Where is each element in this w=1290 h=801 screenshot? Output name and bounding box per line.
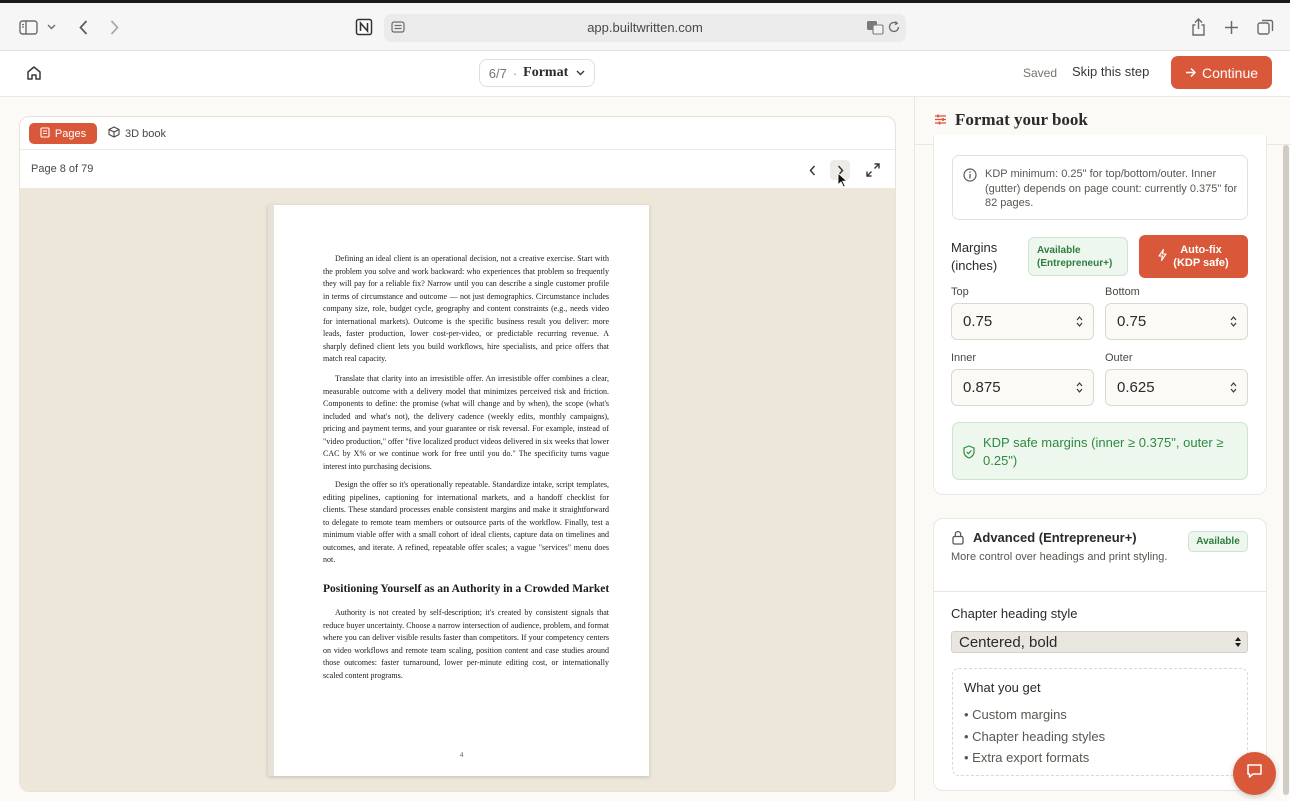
shield-check-icon (963, 445, 975, 464)
saved-status: Saved (1023, 66, 1058, 80)
kdp-safe-notice: KDP safe margins (inner ≥ 0.375", outer … (952, 422, 1248, 480)
book-section-heading: Positioning Yourself as an Authority in … (323, 583, 610, 595)
chat-button[interactable] (1233, 752, 1276, 795)
bottom-margin-label: Bottom (1105, 286, 1140, 298)
new-tab-icon[interactable] (1221, 15, 1241, 39)
step-selector[interactable]: 6/7 · Format (479, 59, 595, 87)
pages-icon (40, 126, 50, 141)
top-margin-label: Top (951, 286, 969, 298)
stepper-icon[interactable] (1076, 381, 1083, 399)
book-page: Defining an ideal client is an operation… (268, 205, 649, 776)
chevron-down-icon (576, 70, 585, 76)
chapter-heading-select[interactable]: Centered, bold (951, 631, 1248, 653)
inner-margin-label: Inner (951, 352, 977, 364)
available-badge: Available (Entrepreneur+) (1028, 237, 1128, 276)
home-icon[interactable] (24, 63, 44, 83)
bolt-icon (1158, 248, 1167, 265)
outer-margin-label: Outer (1105, 352, 1133, 364)
bottom-margin-input[interactable] (1117, 313, 1217, 330)
stepper-icon[interactable] (1230, 315, 1237, 333)
chevron-down-icon[interactable] (45, 15, 57, 39)
book-paragraph: Design the offer so it's operationally r… (323, 480, 609, 564)
section-divider (934, 591, 1266, 592)
translate-icon[interactable] (866, 20, 884, 40)
browser-toolbar: app.builtwritten.com (0, 0, 1290, 51)
chapter-heading-value: Centered, bold (959, 634, 1058, 651)
stepper-icon[interactable] (1230, 381, 1237, 399)
tab-3d-book-label: 3D book (125, 127, 166, 140)
outer-margin-field[interactable] (1105, 369, 1248, 406)
kdp-safe-text: KDP safe margins (inner ≥ 0.375", outer … (983, 435, 1224, 468)
info-icon (963, 168, 977, 187)
tab-pages[interactable]: Pages (29, 123, 97, 144)
panel-scrollbar[interactable] (1283, 145, 1289, 795)
list-item: • Custom margins (964, 707, 1067, 722)
chapter-heading-label: Chapter heading style (951, 606, 1078, 621)
panel-title: Format your book (955, 110, 1088, 129)
outer-margin-input[interactable] (1117, 379, 1217, 396)
select-arrows-icon (1234, 635, 1242, 654)
page-indicator: Page 8 of 79 (31, 163, 94, 175)
back-icon[interactable] (74, 15, 92, 39)
inner-margin-field[interactable] (951, 369, 1094, 406)
prev-page-button[interactable] (802, 160, 822, 180)
continue-button[interactable]: Continue (1171, 56, 1272, 89)
book-paragraph: Authority is not created by self-descrip… (323, 608, 609, 680)
step-count: 6/7 (488, 65, 507, 81)
view-tabs: Pages 3D book (20, 117, 895, 150)
tabs-overview-icon[interactable] (1255, 15, 1275, 39)
forward-icon[interactable] (105, 15, 123, 39)
tab-pages-label: Pages (54, 127, 87, 140)
reload-icon[interactable] (887, 20, 901, 39)
advanced-available-badge: Available (1188, 531, 1248, 552)
page-viewer: Defining an ideal client is an operation… (20, 189, 895, 791)
sliders-icon (934, 113, 947, 131)
stepper-icon[interactable] (1076, 315, 1083, 333)
cube-icon (108, 126, 120, 141)
book-paragraph: Translate that clarity into an irresisti… (323, 374, 609, 471)
arrow-right-icon (1185, 65, 1197, 81)
auto-fix-button[interactable]: Auto-fix (KDP safe) (1139, 235, 1248, 278)
page-folio: 4 (459, 751, 464, 759)
share-icon[interactable] (1188, 15, 1208, 39)
book-paragraph: Defining an ideal client is an operation… (323, 254, 609, 363)
step-name: Format (523, 65, 569, 80)
step-separator: · (512, 65, 518, 81)
fullscreen-icon[interactable] (863, 160, 883, 180)
advanced-title: Advanced (Entrepreneur+) (973, 530, 1137, 545)
top-margin-input[interactable] (963, 313, 1063, 330)
advanced-description: More control over headings and print sty… (951, 551, 1168, 563)
chat-bubble-icon (1246, 763, 1263, 784)
what-you-get-title: What you get (964, 680, 1041, 695)
list-item: • Extra export formats (964, 750, 1090, 765)
app-header: 6/7 · Format Saved Skip this step Contin… (0, 51, 1290, 97)
auto-fix-label: Auto-fix (KDP safe) (1173, 243, 1229, 269)
kdp-note-text: KDP minimum: 0.25" for top/bottom/outer.… (985, 168, 1238, 209)
top-margin-field[interactable] (951, 303, 1094, 340)
mouse-cursor-icon (837, 171, 849, 193)
continue-label: Continue (1201, 64, 1259, 81)
kdp-note: KDP minimum: 0.25" for top/bottom/outer.… (952, 155, 1248, 220)
lock-icon (951, 530, 965, 550)
what-you-get-box: What you get • Custom margins • Chapter … (952, 668, 1248, 776)
skip-step-button[interactable]: Skip this step (1072, 64, 1149, 79)
inner-margin-input[interactable] (963, 379, 1063, 396)
notion-icon[interactable] (354, 15, 374, 39)
what-you-get-list: • Custom margins • Chapter heading style… (964, 704, 1105, 769)
bottom-margin-field[interactable] (1105, 303, 1248, 340)
preview-card: Pages 3D book Page 8 of 79 Defining an i… (19, 116, 896, 792)
page-bar: Page 8 of 79 (20, 150, 895, 189)
tab-3d-book[interactable]: 3D book (108, 123, 166, 144)
address-bar[interactable]: app.builtwritten.com (384, 14, 906, 42)
sidebar-icon[interactable] (17, 15, 39, 39)
list-item: • Chapter heading styles (964, 728, 1106, 744)
margins-label: Margins (inches) (951, 240, 998, 273)
url-text: app.builtwritten.com (587, 20, 703, 35)
